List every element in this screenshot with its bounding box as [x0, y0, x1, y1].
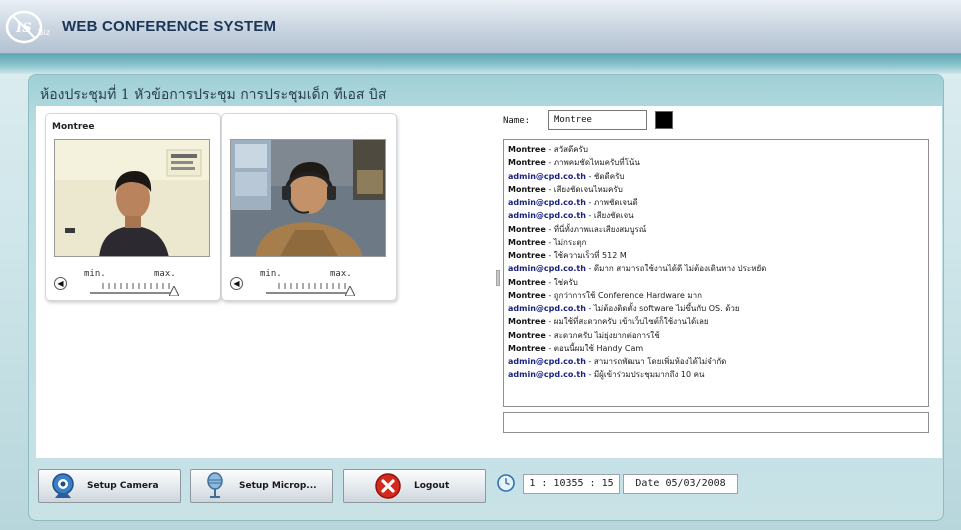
chat-message: Montree - ใช้ความเร็วที่ 512 M [508, 249, 924, 262]
name-input[interactable]: Montree [548, 110, 647, 130]
chat-message: admin@cpd.co.th - สามารถพัฒนา โดยเพิ่มห้… [508, 355, 924, 368]
chat-message-text: - ผมใช้ที่สะดวกครับ เข้าเว็บไซต์ก็ใช้งาน… [545, 317, 709, 327]
chat-message-user: Montree [508, 343, 546, 353]
panel-splitter-handle[interactable] [496, 270, 500, 286]
chat-message-text: - ใช่ครับ [545, 277, 578, 287]
chat-message-text: - เสียงชัดเจน [585, 211, 634, 221]
top-bar: IS Biz WEB CONFERENCE SYSTEM [0, 0, 961, 54]
video-feed-remote [230, 139, 386, 257]
logout-icon [375, 473, 401, 499]
setup-microphone-label: Setup Microp... [239, 481, 317, 491]
chat-log[interactable]: Montree - สวัสดีครับ Montree - ภาพคมชัดไห… [503, 139, 929, 407]
chat-message-text: - สามารถพัฒนา โดยเพิ่มห้องได้ไม่จำกัด [585, 357, 727, 366]
chat-message: admin@cpd.co.th - ดีมาก สามารถใช้งานได้ด… [508, 262, 924, 275]
volume-min-label: min. [260, 269, 282, 279]
chat-message: Montree - ไม่กระตุก [508, 236, 924, 249]
header-strip [0, 54, 961, 74]
svg-text:IS: IS [15, 21, 31, 36]
volume-slider-thumb[interactable] [344, 286, 355, 296]
chat-message-user: Montree [508, 251, 546, 260]
chat-message-text: - ถูกว่าการใช้ Conference Hardware มาก [545, 290, 702, 300]
clock-icon [497, 474, 515, 492]
name-label: Name: [503, 116, 531, 126]
chat-message-user: admin@cpd.co.th [508, 357, 586, 366]
svg-text:Biz: Biz [38, 28, 50, 37]
volume-max-label: max. [154, 269, 176, 279]
chat-message-text: - ไม่กระตุก [545, 237, 587, 247]
chat-message: Montree - ภาพคมชัดไหมครับที่โน้น [508, 156, 924, 169]
volume-slider-track[interactable] [266, 292, 354, 294]
chat-message-user: Montree [508, 158, 546, 168]
speaker-icon[interactable]: ◀ [230, 277, 243, 290]
session-timer: 1 : 10355 : 15 [523, 474, 620, 494]
chat-message: admin@cpd.co.th - ไม่ต้องติดตั้ง softwar… [508, 302, 924, 315]
chat-message: Montree - ผมใช้ที่สะดวกครับ เข้าเว็บไซต์… [508, 315, 924, 328]
volume-control: ◀ min. max. [50, 266, 218, 300]
chat-message-text: - ภาพคมชัดไหมครับที่โน้น [545, 158, 640, 168]
logout-button[interactable]: Logout [343, 469, 486, 503]
chat-message-text: - สวัสดีครับ [545, 145, 588, 154]
setup-microphone-button[interactable]: Setup Microp... [190, 469, 333, 503]
volume-ticks [278, 283, 346, 289]
chat-message-text: - ไม่ต้องติดตั้ง software ไม่ขึ้นกับ OS.… [585, 304, 740, 313]
chat-message: Montree - ถูกว่าการใช้ Conference Hardwa… [508, 289, 924, 302]
chat-message-input[interactable] [503, 412, 929, 433]
chat-message-user: admin@cpd.co.th [508, 264, 586, 274]
chat-message-text: - ใช้ความเร็วที่ 512 M [545, 251, 627, 260]
chat-message-user: Montree [508, 317, 546, 327]
chat-message-user: admin@cpd.co.th [508, 198, 586, 207]
video-card-remote: ◀ min. max. [221, 113, 397, 301]
chat-message: Montree - ที่นี่ทั้งภาพและเสียงสมบูรณ์ [508, 223, 924, 236]
logout-label: Logout [414, 481, 450, 491]
video-feed-local [54, 139, 210, 257]
setup-camera-label: Setup Camera [87, 481, 159, 491]
chat-message: Montree - สวัสดีครับ [508, 143, 924, 156]
app-title: WEB CONFERENCE SYSTEM [62, 18, 277, 35]
session-date: Date 05/03/2008 [623, 474, 738, 494]
volume-control: ◀ min. max. [226, 266, 394, 300]
video-card-montree: Montree ◀ min. max. [45, 113, 221, 301]
chat-message: Montree - สะดวกครับ ไม่ยุ่งยากต่อการใช้ [508, 329, 924, 342]
chat-message-user: Montree [508, 277, 546, 287]
chat-message-user: admin@cpd.co.th [508, 171, 586, 181]
chat-message-user: Montree [508, 237, 546, 247]
chat-message-text: - มีผู้เข้าร่วมประชุมมากถึง 10 คน [585, 370, 705, 380]
color-picker-button[interactable] [655, 111, 673, 129]
setup-camera-button[interactable]: Setup Camera [38, 469, 181, 503]
chat-message: Montree - เสียงชัดเจนไหมครับ [508, 183, 924, 196]
chat-message-text: - ที่นี่ทั้งภาพและเสียงสมบูรณ์ [545, 224, 647, 234]
chat-message-text: - เสียงชัดเจนไหมครับ [545, 184, 623, 194]
chat-message-user: admin@cpd.co.th [508, 304, 586, 313]
volume-min-label: min. [84, 269, 106, 279]
chat-message: admin@cpd.co.th - มีผู้เข้าร่วมประชุมมาก… [508, 368, 924, 381]
chat-message-user: admin@cpd.co.th [508, 211, 586, 221]
chat-message-text: - ภาพชัดเจนดี [585, 198, 638, 207]
webcam-icon [52, 473, 74, 498]
chat-message-user: Montree [508, 184, 546, 194]
chat-message-text: - ดีมาก สามารถใช้งานได้ดี ไม่ต้องเดินทาง… [585, 264, 767, 274]
video-card-name: Montree [52, 122, 95, 132]
chat-message-user: Montree [508, 330, 546, 340]
chat-message-user: Montree [508, 224, 546, 234]
chat-message-text: - ตอนนี้ผมใช้ Handy Cam [545, 343, 644, 353]
chat-message-user: Montree [508, 290, 546, 300]
chat-message-user: admin@cpd.co.th [508, 370, 586, 380]
isbiz-logo: IS Biz [5, 10, 50, 44]
volume-slider-thumb[interactable] [168, 286, 179, 296]
volume-ticks [102, 283, 170, 289]
chat-message-text: - สะดวกครับ ไม่ยุ่งยากต่อการใช้ [545, 330, 660, 340]
volume-slider-track[interactable] [90, 292, 178, 294]
chat-message-text: - ชัดดีครับ [585, 171, 625, 181]
chat-message: Montree - ใช่ครับ [508, 276, 924, 289]
microphone-icon [207, 472, 223, 498]
volume-max-label: max. [330, 269, 352, 279]
speaker-icon[interactable]: ◀ [54, 277, 67, 290]
chat-message: admin@cpd.co.th - ภาพชัดเจนดี [508, 196, 924, 209]
chat-message: Montree - ตอนนี้ผมใช้ Handy Cam [508, 342, 924, 355]
chat-message: admin@cpd.co.th - เสียงชัดเจน [508, 209, 924, 222]
chat-message-user: Montree [508, 145, 546, 154]
meeting-title: ห้องประชุมที่ 1 หัวข้อการประชุม การประชุ… [40, 87, 387, 103]
chat-message: admin@cpd.co.th - ชัดดีครับ [508, 170, 924, 183]
